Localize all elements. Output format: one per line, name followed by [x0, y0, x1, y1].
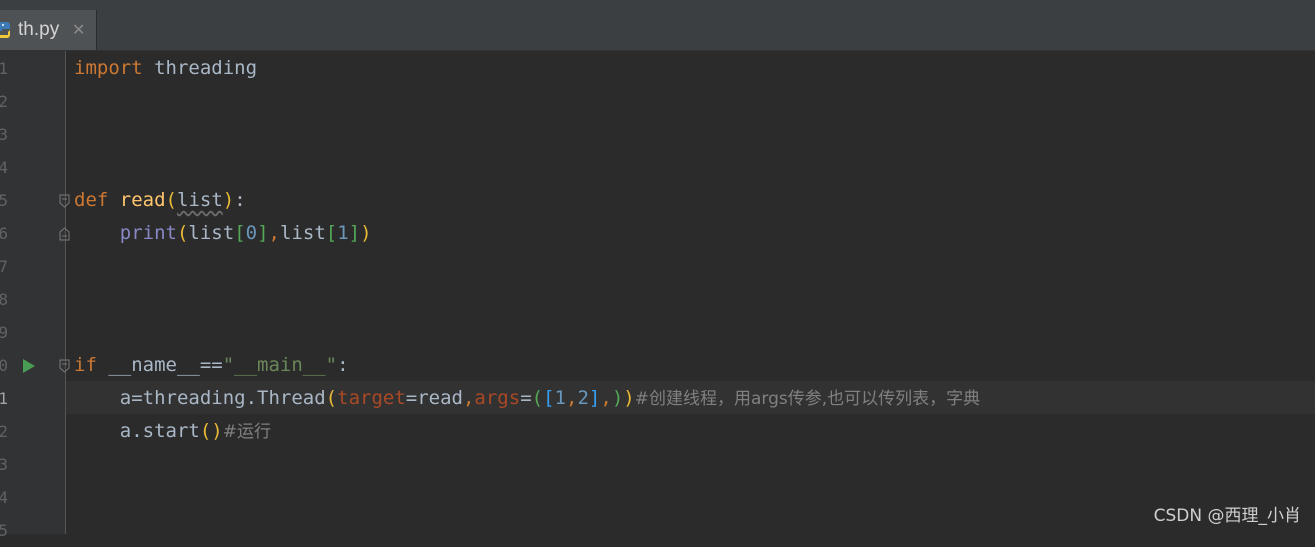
bracket: ]: [348, 222, 361, 244]
code-line-5: def read(list):: [74, 184, 246, 217]
identifier: =read: [405, 387, 463, 409]
line-number: 8: [0, 290, 8, 309]
editor-tab-bar: th.py ✕: [0, 10, 1315, 51]
code-line-11: a=threading.Thread(target=read,args=([1,…: [74, 382, 980, 415]
code-line-1: import threading: [74, 52, 257, 85]
paren: (: [325, 387, 338, 409]
line-number: 1: [0, 59, 8, 78]
comma: ,: [268, 222, 280, 244]
colon: :: [337, 354, 349, 376]
paren: (: [176, 222, 189, 244]
number: 2: [577, 387, 589, 409]
line-number-gutter: [0, 51, 66, 534]
line-number: 5: [0, 521, 8, 540]
line-number: 1: [0, 389, 8, 408]
code-line-6: print(list[0],list[1]): [74, 217, 372, 250]
number: 1: [554, 387, 566, 409]
run-icon[interactable]: [22, 358, 36, 374]
paren: ): [623, 387, 635, 409]
paren: (: [165, 189, 177, 211]
fold-start-icon[interactable]: [59, 359, 70, 373]
line-number: 3: [0, 125, 8, 144]
python-file-icon: [0, 22, 10, 38]
tab-label: th.py: [18, 19, 60, 40]
fold-start-icon[interactable]: [59, 194, 70, 208]
line-number: 4: [0, 488, 8, 507]
line-number: 7: [0, 257, 8, 276]
builtin-call: print: [119, 222, 177, 244]
code-line-10: if __name__=="__main__":: [74, 349, 349, 382]
line-number: 2: [0, 92, 8, 111]
line-number: 9: [0, 323, 8, 342]
identifier: __name__==: [96, 354, 223, 376]
code-editor[interactable]: 123456789012345 import threading def rea…: [0, 51, 1315, 540]
equals: =: [520, 387, 532, 409]
line-number: 6: [0, 224, 8, 243]
line-number: 2: [0, 422, 8, 441]
bracket: [: [543, 387, 555, 409]
colon: :: [234, 189, 246, 211]
keyword-argument: args: [474, 387, 521, 409]
identifier: list: [188, 222, 235, 244]
identifier: a=threading.Thread: [119, 387, 326, 409]
identifier: list: [280, 222, 326, 244]
keyword: if: [74, 354, 97, 376]
line-number: 5: [0, 191, 8, 210]
code-line-12: a.start()#运行: [74, 415, 271, 448]
line-number: 3: [0, 455, 8, 474]
line-number: 0: [0, 356, 8, 375]
close-icon[interactable]: ✕: [72, 20, 85, 39]
keyword: import: [74, 57, 143, 79]
comment: #运行: [222, 422, 271, 442]
number: 1: [337, 222, 349, 244]
watermark: CSDN @西理_小肖: [1153, 506, 1301, 526]
comma: ,: [462, 387, 475, 409]
comma: ,: [600, 387, 612, 409]
line-number: 4: [0, 158, 8, 177]
parameter: list: [177, 189, 223, 211]
bracket: [: [325, 222, 338, 244]
paren: (: [531, 387, 544, 409]
bracket: [: [234, 222, 246, 244]
paren: ): [360, 222, 372, 244]
bracket: ]: [257, 222, 269, 244]
bracket: ]: [588, 387, 601, 409]
function-name: read: [119, 189, 166, 211]
number: 0: [245, 222, 258, 244]
identifier: a.start: [119, 420, 200, 442]
keyword: def: [74, 189, 109, 211]
comma: ,: [566, 387, 578, 409]
paren: ): [611, 387, 624, 409]
tab-th-py[interactable]: th.py ✕: [0, 10, 97, 50]
comment: #创建线程，用args传参,也可以传列表，字典: [634, 389, 981, 409]
keyword-argument: target: [337, 387, 406, 409]
string-literal: "__main__": [222, 354, 338, 376]
paren: (): [199, 420, 223, 442]
identifier: threading: [154, 57, 258, 79]
gutter-separator: [65, 51, 66, 534]
paren: ): [222, 189, 235, 211]
fold-end-icon[interactable]: [59, 227, 70, 241]
